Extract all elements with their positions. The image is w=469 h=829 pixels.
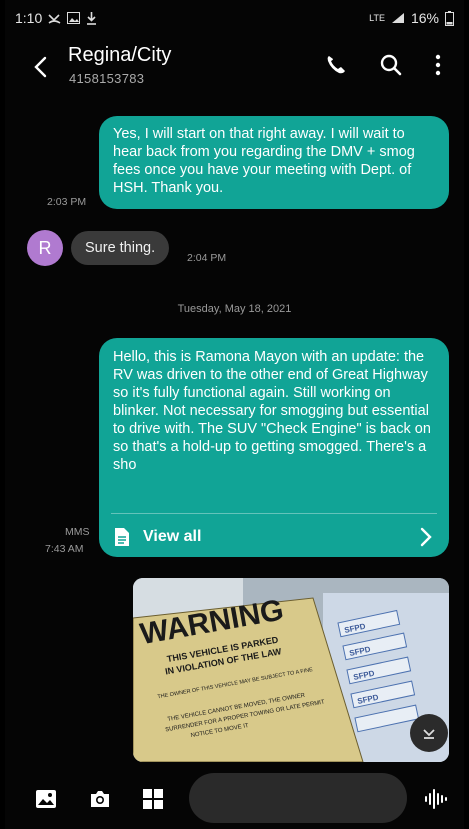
back-arrow-icon xyxy=(34,56,47,78)
message-time: 2:03 PM xyxy=(47,196,87,208)
search-button[interactable] xyxy=(378,52,404,78)
messaging-screen: 1:10 LTE 16% Regina/City 4158153783 Yes,… xyxy=(5,0,464,829)
view-all-label: View all xyxy=(143,528,202,545)
image-attachment[interactable]: SFPD SFPD SFPD SFPD WARNING THIS VEHICLE… xyxy=(133,578,449,762)
back-button[interactable] xyxy=(29,54,55,80)
voice-input-button[interactable] xyxy=(423,787,447,809)
grid-icon xyxy=(143,789,163,809)
outgoing-message-bubble[interactable]: Yes, I will start on that right away. I … xyxy=(99,116,449,209)
voice-waveform-icon xyxy=(425,789,447,809)
gallery-button[interactable] xyxy=(35,788,57,810)
camera-button[interactable] xyxy=(89,788,111,810)
message-time: 7:43 AM xyxy=(45,543,84,555)
status-time: 1:10 xyxy=(15,10,43,26)
missed-call-icon xyxy=(48,12,61,25)
message-time: 2:04 PM xyxy=(187,252,227,264)
incoming-message-bubble[interactable]: Sure thing. xyxy=(71,231,170,265)
search-icon xyxy=(380,54,402,76)
call-button[interactable] xyxy=(323,52,349,78)
chevron-right-icon xyxy=(420,527,432,547)
contact-avatar[interactable]: R xyxy=(27,230,63,266)
more-options-button[interactable] xyxy=(425,52,451,78)
download-icon xyxy=(86,11,97,25)
contact-name[interactable]: Regina/City xyxy=(68,44,171,67)
document-icon xyxy=(115,528,129,546)
scroll-to-bottom-button[interactable] xyxy=(410,714,448,752)
date-separator: Tuesday, May 18, 2021 xyxy=(177,303,292,315)
image-notification-icon xyxy=(67,12,81,24)
battery-percent: 16% xyxy=(410,10,439,26)
view-all-button[interactable]: View all xyxy=(113,518,435,556)
bubble-divider xyxy=(111,513,437,514)
outgoing-mms-bubble[interactable]: Hello, this is Ramona Mayon with an upda… xyxy=(99,338,449,557)
conversation-header: Regina/City 4158153783 xyxy=(5,38,464,96)
apps-button[interactable] xyxy=(142,788,164,810)
message-type-label: MMS xyxy=(65,526,90,538)
camera-icon xyxy=(91,791,109,807)
signal-icon xyxy=(391,12,405,24)
message-input[interactable] xyxy=(189,773,407,823)
gallery-icon xyxy=(36,790,56,808)
mms-message-text: Hello, this is Ramona Mayon with an upda… xyxy=(113,349,431,473)
contact-number: 4158153783 xyxy=(69,71,145,86)
status-bar: 1:10 LTE 16% xyxy=(5,0,464,36)
composer-bar xyxy=(5,768,464,829)
warning-notice-photo: SFPD SFPD SFPD SFPD WARNING THIS VEHICLE… xyxy=(133,578,449,762)
more-vertical-icon xyxy=(435,54,441,76)
network-type: LTE xyxy=(369,13,385,23)
battery-icon xyxy=(445,10,454,26)
phone-icon xyxy=(327,56,345,74)
arrow-down-icon xyxy=(423,729,435,739)
